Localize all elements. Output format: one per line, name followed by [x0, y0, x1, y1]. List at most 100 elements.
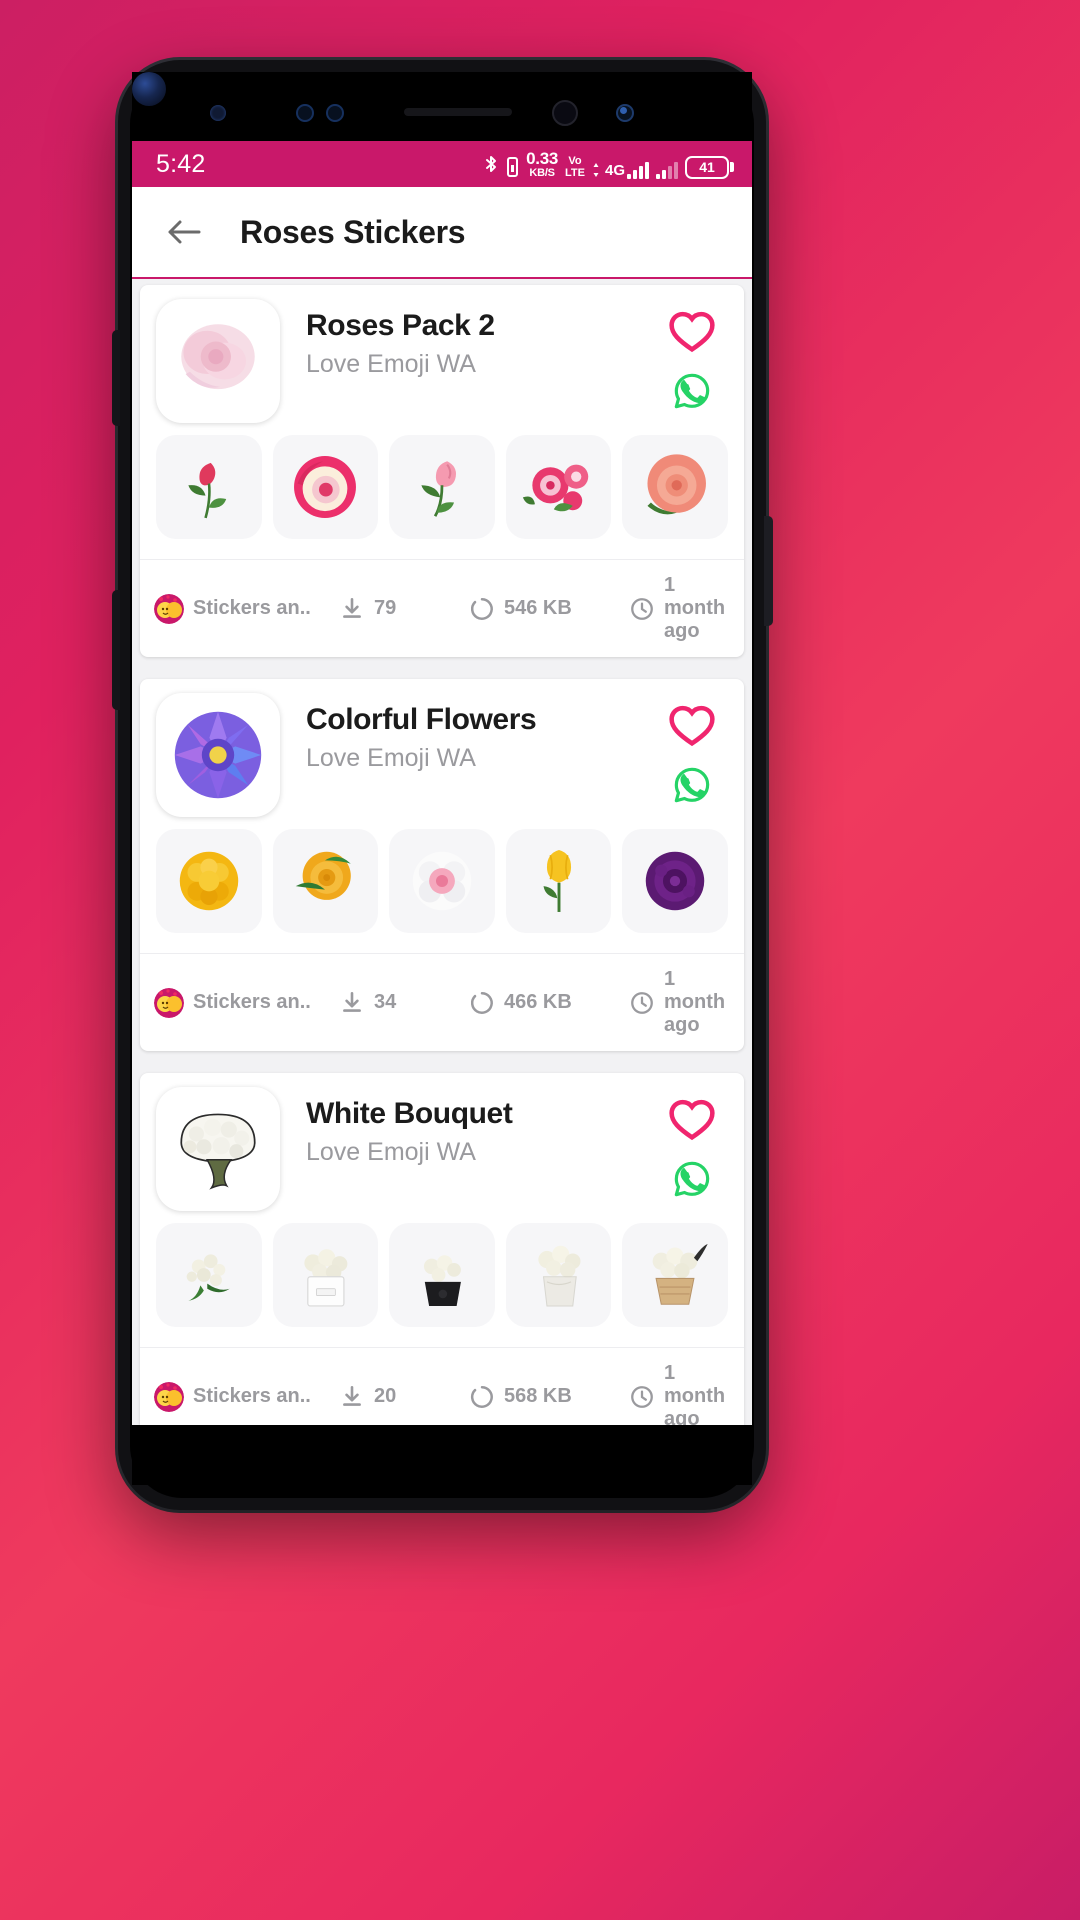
back-arrow-icon[interactable]	[158, 206, 210, 258]
pack-title-group: Roses Pack 2 Love Emoji WA	[280, 299, 656, 423]
sticker-preview[interactable]	[505, 829, 612, 933]
phone-bottom-chin	[132, 1425, 752, 1485]
sticker-preview-row	[140, 427, 744, 559]
clock-icon	[629, 990, 655, 1016]
sticker-preview[interactable]	[389, 1223, 495, 1327]
storage-circle-icon	[469, 596, 495, 622]
sticker-preview[interactable]	[505, 435, 612, 539]
meta-updated: 1 month ago	[629, 574, 730, 643]
power-button[interactable]	[764, 516, 773, 626]
data-transfer-arrows-icon	[593, 162, 599, 177]
network-speed-value: 0.33	[526, 148, 559, 168]
sticker-pack-list[interactable]: Roses Pack 2 Love Emoji WA Stickers an..…	[132, 279, 752, 1425]
peach-rose-bloom-icon	[647, 454, 707, 515]
meta-author: Stickers an..	[154, 987, 339, 1018]
sticker-preview[interactable]	[272, 829, 379, 933]
sticker-preview[interactable]	[622, 435, 728, 539]
sticker-preview[interactable]	[622, 829, 728, 933]
status-bar: 5:42 0.33 KB/S Vo LTE 4G 41	[132, 141, 752, 187]
sticker-pack-card[interactable]: White Bouquet Love Emoji WA Stickers an.…	[140, 1073, 744, 1425]
meta-download-count: 20	[374, 1385, 397, 1407]
meta-updated-label: 1 month ago	[664, 1362, 726, 1425]
download-icon	[339, 990, 365, 1016]
sticker-preview-row	[140, 1215, 744, 1347]
meta-author-label: Stickers an..	[193, 991, 311, 1013]
favorite-heart-icon[interactable]	[666, 305, 718, 357]
volte-icon: Vo LTE	[565, 155, 585, 179]
sim-card-icon	[506, 155, 519, 179]
pink-rose-bloom-icon	[181, 324, 255, 390]
meta-download-count: 34	[374, 991, 397, 1013]
sensor-ring-icon	[296, 104, 314, 122]
pack-thumbnail[interactable]	[156, 1087, 280, 1211]
phone-top-sensor-area	[132, 72, 752, 141]
meta-updated: 1 month ago	[629, 1362, 730, 1425]
yellow-marigold-icon	[179, 851, 239, 911]
pack-thumbnail[interactable]	[156, 693, 280, 817]
volume-up-button[interactable]	[112, 330, 120, 426]
clock-icon	[629, 596, 655, 622]
sensor-highlight-icon	[620, 107, 627, 114]
volume-down-button[interactable]	[112, 590, 120, 710]
clock-icon	[629, 1384, 655, 1410]
sticker-preview[interactable]	[272, 1223, 379, 1327]
meta-author: Stickers an..	[154, 593, 339, 624]
bluetooth-icon	[483, 155, 499, 179]
purple-rose-icon	[645, 851, 705, 911]
whatsapp-share-icon[interactable]	[672, 371, 712, 411]
meta-updated-label: 1 month ago	[664, 574, 726, 642]
meta-size-label: 546 KB	[504, 597, 572, 619]
network-speed-unit: KB/S	[529, 166, 555, 179]
pack-author: Love Emoji WA	[306, 350, 476, 378]
pack-actions	[656, 1087, 728, 1211]
sticker-preview[interactable]	[389, 435, 495, 539]
pack-thumbnail[interactable]	[156, 299, 280, 423]
meta-author-label: Stickers an..	[193, 597, 311, 619]
meta-downloads: 20	[339, 1384, 469, 1410]
sticker-preview[interactable]	[505, 1223, 612, 1327]
sticker-preview[interactable]	[622, 1223, 728, 1327]
sticker-preview[interactable]	[156, 435, 262, 539]
meta-updated-label: 1 month ago	[664, 968, 726, 1036]
meta-author-label: Stickers an..	[193, 1385, 311, 1407]
purple-dahlia-icon	[174, 711, 262, 799]
pack-metadata-row: Stickers an.. 34 466 KB 1 month ago	[140, 953, 744, 1051]
white-roses-black-pot-icon	[423, 1255, 461, 1306]
whatsapp-share-icon[interactable]	[672, 765, 712, 805]
pack-author: Love Emoji WA	[306, 1138, 476, 1166]
app-bar: Roses Stickers	[132, 187, 752, 279]
meta-downloads: 34	[339, 990, 469, 1016]
meta-size: 466 KB	[469, 990, 629, 1016]
pack-actions	[656, 299, 728, 423]
sticker-pack-card[interactable]: Roses Pack 2 Love Emoji WA Stickers an..…	[140, 285, 744, 657]
favorite-heart-icon[interactable]	[666, 1093, 718, 1145]
pack-author: Love Emoji WA	[306, 744, 476, 772]
orange-rose-icon	[296, 851, 352, 900]
network-type-label: 4G	[604, 161, 625, 179]
pack-header: Colorful Flowers Love Emoji WA	[140, 679, 744, 821]
white-pink-dahlia-icon	[412, 851, 472, 911]
yellow-tulip-icon	[543, 850, 571, 912]
author-avatar	[154, 987, 184, 1018]
favorite-heart-icon[interactable]	[666, 699, 718, 751]
download-icon	[339, 596, 365, 622]
sticker-pack-card[interactable]: Colorful Flowers Love Emoji WA Stickers …	[140, 679, 744, 1051]
meta-size-label: 568 KB	[504, 1385, 572, 1407]
whatsapp-share-icon[interactable]	[672, 1159, 712, 1199]
pack-metadata-row: Stickers an.. 20 568 KB 1 month ago	[140, 1347, 744, 1425]
pack-name: White Bouquet	[306, 1097, 513, 1130]
front-camera-icon	[132, 72, 166, 106]
sticker-preview[interactable]	[156, 829, 262, 933]
pink-rose-side-stem-icon	[421, 461, 456, 517]
author-avatar	[154, 1381, 184, 1412]
meta-author: Stickers an..	[154, 1381, 339, 1412]
sensor-dot-icon	[210, 105, 226, 121]
download-icon	[339, 1384, 365, 1410]
pack-header: Roses Pack 2 Love Emoji WA	[140, 285, 744, 427]
pack-name: Colorful Flowers	[306, 703, 537, 736]
sticker-preview[interactable]	[389, 829, 495, 933]
sticker-preview[interactable]	[156, 1223, 262, 1327]
meta-size: 568 KB	[469, 1384, 629, 1410]
sticker-preview[interactable]	[272, 435, 379, 539]
white-roses-glass-vase-icon	[537, 1245, 581, 1307]
